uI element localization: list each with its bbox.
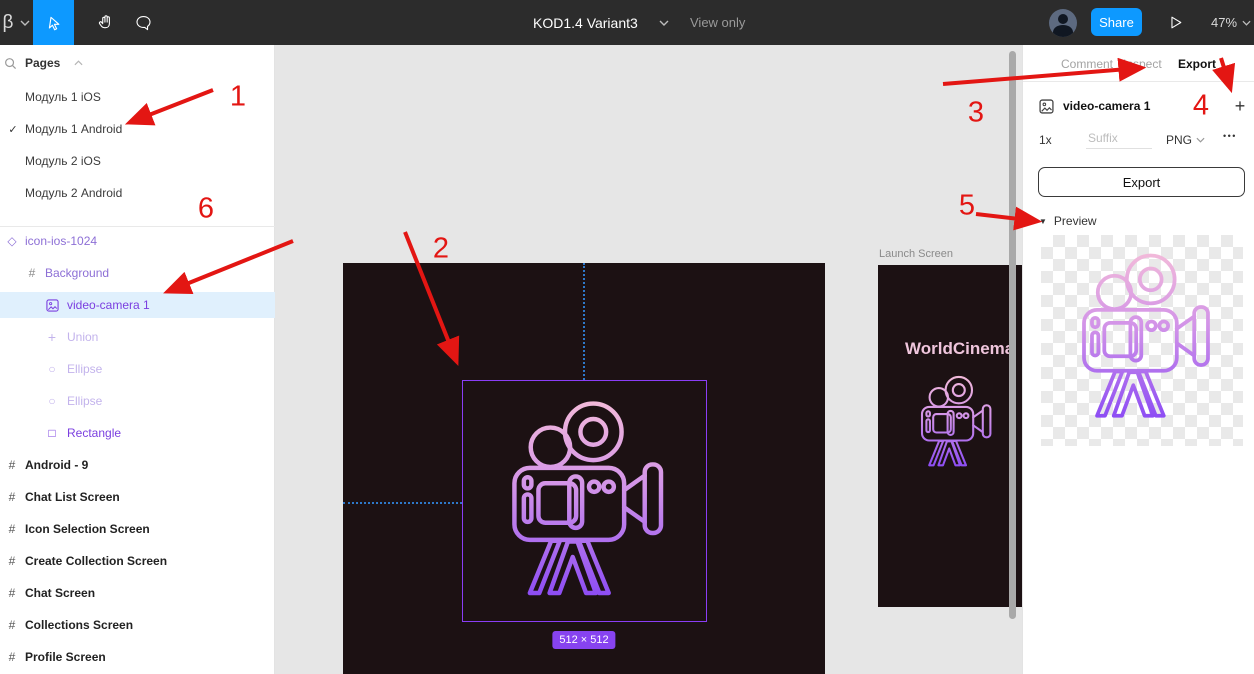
- frame-row[interactable]: # Create Collection Screen: [0, 548, 275, 574]
- format-dropdown[interactable]: PNG: [1166, 133, 1205, 147]
- frame-hash-icon: #: [4, 553, 20, 569]
- tab-comment[interactable]: Comment: [1061, 45, 1113, 82]
- component-icon: ◇: [4, 233, 20, 249]
- comment-tool-button[interactable]: [126, 0, 160, 45]
- export-scale-value[interactable]: 1x: [1039, 133, 1052, 147]
- main-menu-chevron-icon[interactable]: [17, 0, 33, 45]
- export-preview-thumbnail: [1041, 235, 1243, 446]
- frame-row[interactable]: # Android - 9: [0, 452, 275, 478]
- tab-export[interactable]: Export: [1178, 45, 1216, 82]
- frame-row[interactable]: # Collections Screen: [0, 612, 275, 638]
- video-camera-graphic-small: [906, 370, 1002, 471]
- export-button[interactable]: Export: [1038, 167, 1245, 197]
- comment-bubble-icon: [134, 13, 153, 32]
- launch-screen-frame-label[interactable]: Launch Screen: [879, 248, 953, 260]
- play-icon: [1167, 14, 1184, 31]
- layer-row-union[interactable]: + Union: [0, 324, 275, 350]
- export-asset-name: video-camera 1: [1063, 99, 1150, 113]
- pages-header-label: Pages: [25, 56, 60, 70]
- chevron-down-icon: [1242, 20, 1251, 26]
- chevron-up-icon: [70, 55, 86, 71]
- present-button[interactable]: [1158, 0, 1192, 45]
- preview-header-label: Preview: [1054, 214, 1097, 228]
- tab-inspect[interactable]: Inspect: [1123, 45, 1162, 82]
- share-button[interactable]: Share: [1091, 8, 1142, 36]
- export-panel: Comment Inspect Export video-camera 1 + …: [1022, 45, 1254, 674]
- page-item-active[interactable]: ✓ Модуль 1 Android: [0, 116, 275, 142]
- canvas-viewport[interactable]: 512 × 512 Launch Screen WorldCinema: [276, 45, 1022, 674]
- frame-hash-icon: #: [24, 265, 40, 281]
- plus-icon: +: [1235, 96, 1246, 117]
- export-options-more-button[interactable]: •••: [1223, 131, 1237, 141]
- pages-header-row[interactable]: Pages: [0, 50, 275, 76]
- move-tool-button[interactable]: [33, 0, 74, 45]
- triangle-down-icon: ▼: [1039, 217, 1047, 226]
- image-icon: [44, 297, 60, 313]
- frame-hash-icon: #: [4, 489, 20, 505]
- ellipsis-icon: •••: [1223, 131, 1237, 141]
- frame-row[interactable]: # Chat Screen: [0, 580, 275, 606]
- layer-row-component[interactable]: ◇ icon-ios-1024: [0, 228, 275, 254]
- preview-section-header[interactable]: ▼ Preview: [1039, 214, 1097, 228]
- selection-size-badge: 512 × 512: [552, 631, 615, 649]
- document-title[interactable]: KOD1.4 Variant3: [533, 0, 638, 45]
- export-asset-row[interactable]: video-camera 1: [1039, 93, 1239, 119]
- frame-hash-icon: #: [4, 617, 20, 633]
- measure-guide-vertical: [583, 263, 585, 380]
- layers-sidebar: Pages Модуль 1 iOS ✓ Модуль 1 Android Мо…: [0, 45, 275, 674]
- suffix-input[interactable]: [1086, 128, 1152, 149]
- video-camera-preview-graphic: [1055, 243, 1229, 426]
- zoom-level-control[interactable]: 47%: [1208, 0, 1254, 45]
- format-value: PNG: [1166, 133, 1192, 147]
- frame-hash-icon: #: [4, 457, 20, 473]
- frame-row[interactable]: # Chat List Screen: [0, 484, 275, 510]
- page-item[interactable]: Модуль 2 Android: [0, 180, 275, 206]
- app-title-text: WorldCinema: [905, 339, 1014, 359]
- document-title-chevron-icon[interactable]: [656, 0, 672, 45]
- frame-row[interactable]: # Icon Selection Screen: [0, 516, 275, 542]
- frame-row[interactable]: # Profile Screen: [0, 644, 275, 670]
- sidebar-divider: [0, 226, 275, 227]
- frame-hash-icon: #: [4, 585, 20, 601]
- panel-tabs: Comment Inspect Export: [1023, 45, 1254, 82]
- layer-row-ellipse[interactable]: ○ Ellipse: [0, 388, 275, 414]
- frame-hash-icon: #: [4, 649, 20, 665]
- page-item[interactable]: Модуль 2 iOS: [0, 148, 275, 174]
- search-icon[interactable]: [2, 55, 18, 71]
- top-toolbar: β KOD1.4 Variant3 View only Share 47%: [0, 0, 1254, 45]
- page-item[interactable]: Модуль 1 iOS: [0, 84, 275, 110]
- ellipse-icon: ○: [44, 361, 60, 377]
- union-plus-icon: +: [44, 329, 60, 345]
- layer-row-rectangle[interactable]: □ Rectangle: [0, 420, 275, 446]
- user-avatar[interactable]: [1048, 0, 1078, 45]
- selection-outline[interactable]: [462, 380, 707, 622]
- layer-row-ellipse[interactable]: ○ Ellipse: [0, 356, 275, 382]
- layer-row-selected[interactable]: video-camera 1: [0, 292, 275, 318]
- chevron-down-icon: [1196, 137, 1205, 143]
- measure-guide-horizontal: [343, 502, 462, 504]
- cursor-arrow-icon: [45, 14, 63, 32]
- launch-screen-artboard[interactable]: WorldCinema: [878, 265, 1022, 607]
- image-icon: [1039, 99, 1054, 114]
- rectangle-icon: □: [44, 425, 60, 441]
- frame-hash-icon: #: [4, 521, 20, 537]
- view-only-badge: View only: [690, 0, 745, 45]
- layer-row-frame[interactable]: # Background: [0, 260, 275, 286]
- add-export-setting-button[interactable]: +: [1229, 93, 1251, 119]
- zoom-level-value: 47%: [1211, 15, 1237, 30]
- hand-icon: [96, 13, 115, 32]
- vertical-scrollbar[interactable]: [1009, 51, 1016, 619]
- hand-tool-button[interactable]: [88, 0, 122, 45]
- ellipse-icon: ○: [44, 393, 60, 409]
- checkmark-icon: ✓: [5, 121, 21, 137]
